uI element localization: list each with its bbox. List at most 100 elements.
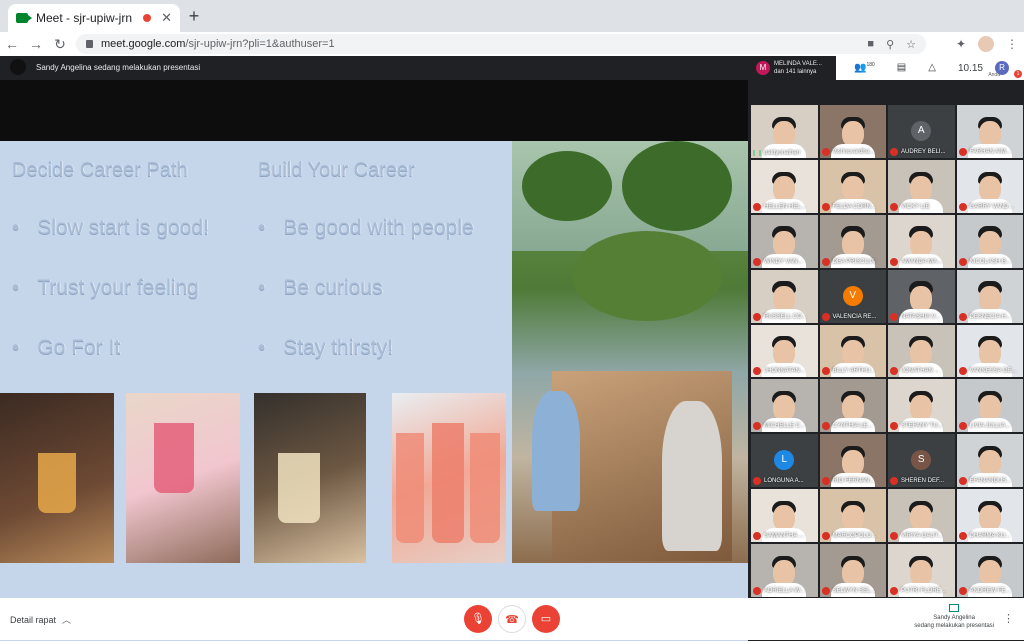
- participant-tile[interactable]: STEFANY TU...: [888, 379, 955, 433]
- reload-icon[interactable]: ↻: [48, 36, 72, 53]
- camera-off-icon[interactable]: ▭: [532, 605, 560, 633]
- more-vert-icon[interactable]: ⋮: [1006, 37, 1018, 51]
- drink-photo: [392, 393, 506, 563]
- zoom-icon[interactable]: ⚲: [886, 38, 894, 51]
- chevron-up-icon: ︿: [62, 615, 72, 625]
- participant-tile[interactable]: SELWYN SEL...: [819, 544, 886, 597]
- photo-guest: [662, 401, 722, 551]
- participant-tile[interactable]: DESNECIA H...: [956, 269, 1023, 323]
- participant-tile[interactable]: RUSSELL CO...: [751, 269, 818, 323]
- people-icon[interactable]: 👥180: [854, 62, 875, 73]
- address-bar[interactable]: meet.google.com /sjr-upiw-jrn?pli=1&auth…: [76, 34, 926, 54]
- participant-tile[interactable]: EFANANDUS...: [956, 434, 1023, 488]
- participant-tile[interactable]: DEA PRISCILIA: [819, 214, 886, 268]
- participants-summary[interactable]: M MELINDA VALE... dan 141 lainnya: [750, 56, 836, 80]
- participant-tile[interactable]: VIRIYA GAUT...: [888, 489, 955, 543]
- participant-tile[interactable]: SAMANTHA ...: [751, 489, 818, 543]
- participant-name-label: MARCOPOLO...: [821, 532, 877, 541]
- participant-tile[interactable]: Vishnuvardha...: [819, 105, 886, 158]
- participant-tile[interactable]: CYNTHIA LE...: [819, 379, 886, 433]
- participant-tile[interactable]: LIVIA JULLIA...: [956, 379, 1023, 433]
- participant-tile[interactable]: JHONNATAN...: [751, 324, 818, 378]
- participant-tile[interactable]: FELDA CORN...: [819, 159, 886, 213]
- participant-name: CYNTHIA LE...: [832, 423, 873, 430]
- participant-video-face: [978, 175, 1001, 202]
- participant-name: LIVIA JULLIA...: [969, 423, 1011, 430]
- participant-tile[interactable]: MARCOPOLO...: [819, 489, 886, 543]
- participant-tile[interactable]: GARRY VAND...: [956, 159, 1023, 213]
- new-tab-button[interactable]: +: [184, 6, 204, 27]
- participant-name: VALENCIA RE...: [832, 313, 877, 320]
- participant-tile[interactable]: JONATHAN ...: [888, 324, 955, 378]
- participant-tile[interactable]: WINDY VAN...: [751, 214, 818, 268]
- drink-glass: [278, 453, 320, 523]
- photo-guest: [532, 391, 580, 511]
- profile-avatar[interactable]: [978, 36, 994, 52]
- mic-off-icon: [753, 477, 761, 486]
- mic-off-icon[interactable]: 🎙: [464, 605, 492, 633]
- drink-photo: [126, 393, 240, 563]
- browser-tab[interactable]: Meet - sjr-upiw-jrn ✕: [8, 4, 180, 32]
- slide-left-list: Slow start is good! Trust your feeling Go …: [12, 216, 209, 360]
- participant-name-label: FARHAN AIM...: [958, 147, 1011, 156]
- participant-tile[interactable]: FARHAN AIM...: [956, 105, 1023, 158]
- hangup-icon[interactable]: ☎: [498, 605, 526, 633]
- back-icon[interactable]: ←: [0, 36, 24, 52]
- participant-name-label: AUDREY BELI...: [890, 147, 946, 156]
- participant-tile[interactable]: L LONGUNA A...: [751, 434, 818, 488]
- participant-video-face: [978, 120, 1001, 147]
- participant-name: MICHELLE C...: [764, 423, 806, 430]
- participant-tile[interactable]: VANNESSA DE...: [956, 324, 1023, 378]
- participant-tile[interactable]: A AUDREY BELI...: [888, 105, 955, 158]
- star-icon[interactable]: ☆: [906, 38, 916, 51]
- participant-tile[interactable]: ADRIELLA W...: [751, 544, 818, 597]
- participant-tile[interactable]: MICHELLE C...: [751, 379, 818, 433]
- mic-off-icon: [958, 477, 967, 486]
- participant-tile[interactable]: BILLY ARTHU...: [819, 324, 886, 378]
- participant-tile[interactable]: NICOLASH B...: [956, 214, 1023, 268]
- drink-photo: [254, 393, 366, 563]
- meet-logo-icon: [16, 13, 32, 23]
- camera-icon[interactable]: ■: [867, 38, 874, 51]
- participant-tile[interactable]: VICKY LIE: [888, 159, 955, 213]
- participant-tile[interactable]: PUTRI FLORE...: [888, 544, 955, 597]
- participant-tile[interactable]: HELLEN HEL...: [751, 159, 818, 213]
- participant-video-face: [841, 120, 864, 147]
- browser-toolbar: ← → ↻ meet.google.com /sjr-upiw-jrn?pli=…: [0, 32, 1024, 56]
- participant-name-label: DEA PRISCILIA: [821, 257, 875, 266]
- participant-tile[interactable]: AMANDA MA...: [888, 214, 955, 268]
- participant-name-label: ADRIELLA W...: [753, 586, 805, 595]
- participant-name: AUDREY BELI...: [901, 148, 946, 155]
- participant-tile[interactable]: V VALENCIA RE...: [819, 269, 886, 323]
- participant-name-label: Vishnuvardha...: [821, 147, 874, 156]
- forward-icon[interactable]: →: [24, 36, 48, 52]
- drink-glass: [38, 453, 76, 513]
- tab-close-icon[interactable]: ✕: [161, 10, 172, 26]
- presentation-stage: Decide Career Path Slow start is good! Tr…: [0, 80, 748, 641]
- activities-icon[interactable]: △: [928, 62, 936, 73]
- lock-icon[interactable]: [86, 40, 93, 48]
- chat-icon[interactable]: ▤: [897, 62, 906, 73]
- participant-tile[interactable]: NATASHIA V...: [888, 269, 955, 323]
- mic-off-icon: [958, 422, 967, 431]
- participant-name-label: SHEREN DEF...: [890, 477, 944, 486]
- participant-tile[interactable]: RIO FERNAN...: [819, 434, 886, 488]
- extensions-icon[interactable]: ✦: [956, 37, 966, 51]
- participant-name-label: PUTRI FLORE...: [890, 586, 946, 595]
- participant-tile[interactable]: S SHEREN DEF...: [888, 434, 955, 488]
- participant-name-label: STEFANY TU...: [890, 422, 943, 431]
- participant-tile[interactable]: ANDREW FE...: [956, 544, 1023, 597]
- mic-off-icon: [821, 147, 830, 156]
- mic-off-icon: [753, 312, 761, 321]
- meeting-details-button[interactable]: Detail rapat ︿: [10, 613, 71, 626]
- more-options-icon[interactable]: ⋮: [1003, 612, 1014, 625]
- participant-name: AMANDA MA...: [901, 258, 943, 265]
- participant-name: MELINDA VALE...: [774, 61, 822, 67]
- participant-tile[interactable]: DHARMA KU...: [956, 489, 1023, 543]
- present-status[interactable]: Sandy Angelina sedang melakukan presenta…: [914, 604, 994, 630]
- mic-off-icon: [753, 257, 761, 266]
- presenter-status: Sandy Angelina sedang melakukan presenta…: [10, 59, 200, 75]
- participant-tile[interactable]: paldyonathan: [751, 105, 818, 158]
- mic-off-icon: [958, 532, 967, 541]
- participant-name: NICOLASH B...: [969, 258, 1011, 265]
